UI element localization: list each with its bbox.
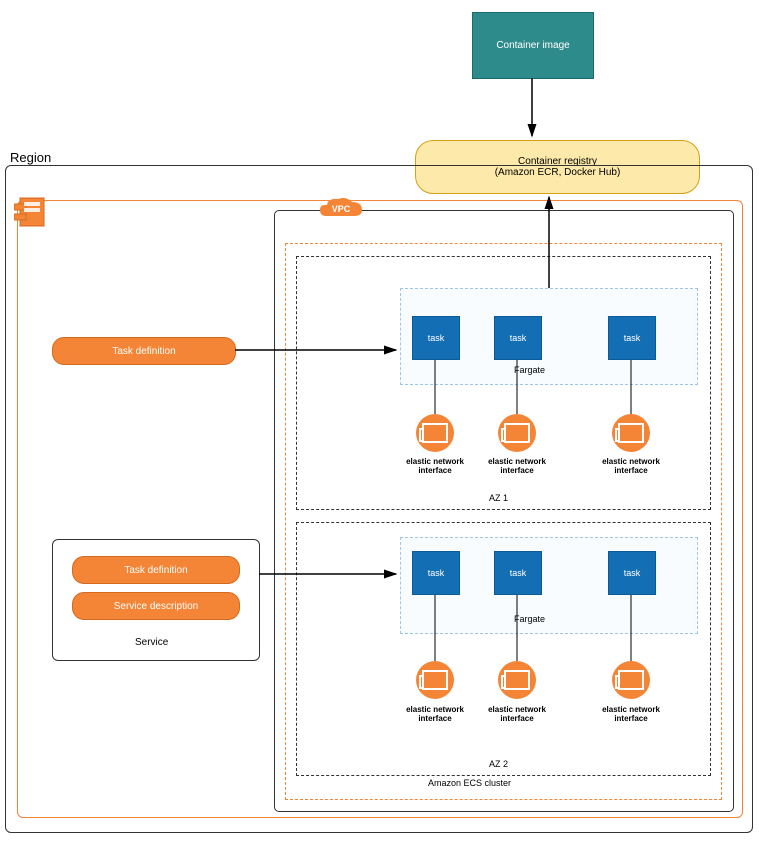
svg-text:VPC: VPC bbox=[332, 204, 351, 214]
task-definition-pill-2: Task definition bbox=[72, 556, 240, 584]
fargate-label-az2: Fargate bbox=[514, 614, 545, 624]
eni-label: elastic network interface bbox=[592, 705, 670, 723]
eni-label: elastic network interface bbox=[396, 705, 474, 723]
az1-label: AZ 1 bbox=[489, 493, 508, 503]
eni-icon bbox=[416, 661, 454, 699]
eni-label: elastic network interface bbox=[592, 457, 670, 475]
az2-label: AZ 2 bbox=[489, 759, 508, 769]
service-label: Service bbox=[135, 637, 168, 648]
fargate-label-az1: Fargate bbox=[514, 365, 545, 375]
eni-icon bbox=[498, 661, 536, 699]
eni-icon bbox=[498, 414, 536, 452]
eni-icon bbox=[612, 414, 650, 452]
service-description-pill: Service description bbox=[72, 592, 240, 620]
task-box: task bbox=[608, 316, 656, 360]
service-description-label: Service description bbox=[114, 601, 198, 612]
ecs-cluster-label: Amazon ECS cluster bbox=[428, 778, 511, 788]
task-box: task bbox=[412, 551, 460, 595]
eni-icon bbox=[612, 661, 650, 699]
container-image-label: Container image bbox=[496, 40, 569, 51]
aws-service-icon bbox=[14, 194, 50, 230]
task-definition-pill-1: Task definition bbox=[52, 337, 236, 365]
task-box: task bbox=[494, 551, 542, 595]
eni-icon bbox=[416, 414, 454, 452]
container-image-box: Container image bbox=[472, 12, 594, 79]
task-box: task bbox=[412, 316, 460, 360]
eni-label: elastic network interface bbox=[478, 457, 556, 475]
task-definition-label: Task definition bbox=[112, 346, 175, 357]
task-box: task bbox=[608, 551, 656, 595]
region-label: Region bbox=[10, 150, 51, 165]
task-definition-label-2: Task definition bbox=[124, 565, 187, 576]
task-box: task bbox=[494, 316, 542, 360]
vpc-label-icon: VPC bbox=[318, 196, 364, 222]
eni-label: elastic network interface bbox=[478, 705, 556, 723]
eni-label: elastic network interface bbox=[396, 457, 474, 475]
